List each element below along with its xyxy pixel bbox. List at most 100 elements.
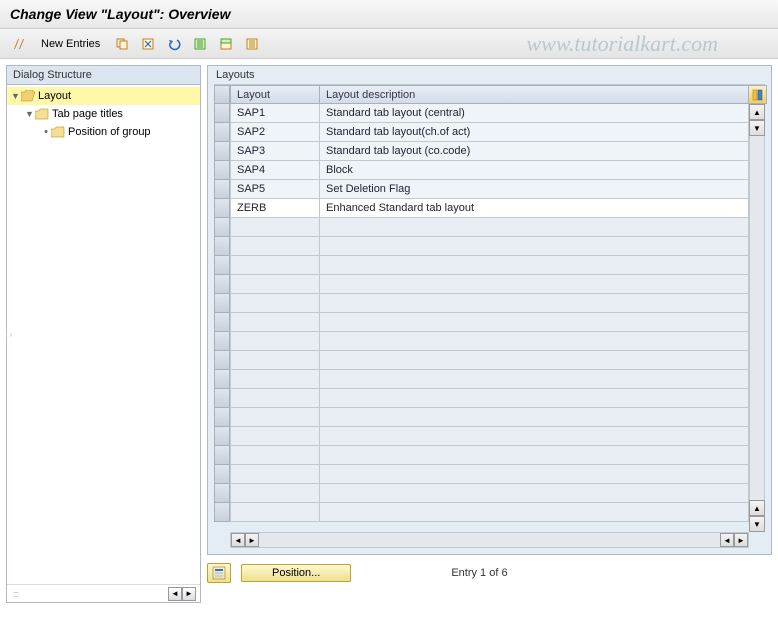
table-row[interactable]: SAP4Block	[230, 161, 749, 180]
table-row[interactable]: SAP1Standard tab layout (central)	[230, 104, 749, 123]
delete-icon[interactable]	[137, 33, 159, 55]
row-selector[interactable]	[214, 446, 230, 465]
copy-as-icon[interactable]	[111, 33, 133, 55]
scroll-up-icon[interactable]: ▲	[749, 104, 765, 120]
cell-layout[interactable]: SAP2	[230, 123, 320, 142]
cell-description[interactable]: Enhanced Standard tab layout	[320, 199, 749, 218]
bullet-icon: •	[41, 126, 51, 138]
resizer-grip[interactable]: ::::::::	[7, 589, 168, 599]
cell-description[interactable]: Set Deletion Flag	[320, 180, 749, 199]
row-selector[interactable]	[214, 218, 230, 237]
row-selector[interactable]	[214, 161, 230, 180]
select-block-icon[interactable]	[215, 33, 237, 55]
row-selector[interactable]	[214, 408, 230, 427]
scroll-right-icon[interactable]: ►	[182, 587, 196, 601]
scroll-down-icon[interactable]: ▼	[749, 516, 765, 532]
table-row	[230, 256, 749, 275]
row-selector[interactable]	[214, 256, 230, 275]
cell-layout[interactable]: ZERB	[230, 199, 320, 218]
table-row	[230, 446, 749, 465]
cell-description[interactable]: Block	[320, 161, 749, 180]
cell-layout[interactable]: SAP4	[230, 161, 320, 180]
row-selector[interactable]	[214, 313, 230, 332]
scroll-left-icon[interactable]: ◄	[231, 533, 245, 547]
cell-layout	[230, 484, 320, 503]
row-selector[interactable]	[214, 294, 230, 313]
tree-label: Layout	[38, 90, 71, 102]
row-selector[interactable]	[214, 484, 230, 503]
scroll-left-icon[interactable]: ◄	[720, 533, 734, 547]
position-button[interactable]: Position...	[241, 564, 351, 582]
row-selector[interactable]	[214, 465, 230, 484]
table-row	[230, 275, 749, 294]
cell-description[interactable]: Standard tab layout (central)	[320, 104, 749, 123]
cell-description	[320, 351, 749, 370]
deselect-all-icon[interactable]	[241, 33, 263, 55]
cell-description	[320, 465, 749, 484]
expand-toggle[interactable]: ▼	[25, 109, 35, 119]
table-row	[230, 465, 749, 484]
row-selector[interactable]	[214, 180, 230, 199]
cell-description	[320, 503, 749, 522]
row-selector[interactable]	[214, 104, 230, 123]
cell-layout	[230, 503, 320, 522]
table-row[interactable]: SAP5Set Deletion Flag	[230, 180, 749, 199]
vscroll-track[interactable]	[749, 136, 765, 500]
new-entries-button[interactable]: New Entries	[34, 33, 107, 55]
row-selector[interactable]	[214, 142, 230, 161]
splitter-handle[interactable]: ::::	[3, 332, 14, 335]
hscroll-track[interactable]: ◄ ► ◄ ►	[230, 532, 749, 548]
row-selector[interactable]	[214, 199, 230, 218]
scroll-right-icon[interactable]: ►	[245, 533, 259, 547]
undo-icon[interactable]	[163, 33, 185, 55]
cell-description	[320, 294, 749, 313]
cell-layout	[230, 446, 320, 465]
folder-open-icon	[21, 90, 35, 102]
dialog-structure-sidebar: :::: Dialog Structure ▼ Layout ▼ Tab pag…	[6, 65, 201, 603]
cell-description[interactable]: Standard tab layout(ch.of act)	[320, 123, 749, 142]
scroll-down-icon[interactable]: ▼	[749, 120, 765, 136]
page-title: Change View "Layout": Overview	[0, 0, 778, 29]
col-header-description[interactable]: Layout description	[320, 85, 749, 104]
table-row	[230, 389, 749, 408]
col-header-layout[interactable]: Layout	[230, 85, 320, 104]
row-selector[interactable]	[214, 351, 230, 370]
row-selector[interactable]	[214, 389, 230, 408]
table-row[interactable]: SAP3Standard tab layout (co.code)	[230, 142, 749, 161]
select-all-icon[interactable]	[189, 33, 211, 55]
scroll-left-icon[interactable]: ◄	[168, 587, 182, 601]
row-selector[interactable]	[214, 332, 230, 351]
row-selector[interactable]	[214, 503, 230, 522]
layouts-group: Layouts Layout Layout description SAP1St…	[207, 65, 772, 555]
scroll-up-icon[interactable]: ▲	[749, 500, 765, 516]
cell-description	[320, 313, 749, 332]
tree-item-layout[interactable]: ▼ Layout	[7, 87, 200, 105]
cell-description	[320, 446, 749, 465]
scroll-right-icon[interactable]: ►	[734, 533, 748, 547]
cell-layout	[230, 256, 320, 275]
row-selector[interactable]	[214, 370, 230, 389]
tree-item-position-of-group[interactable]: • Position of group	[7, 123, 200, 141]
position-icon-button[interactable]	[207, 563, 231, 583]
cell-layout	[230, 218, 320, 237]
table-row[interactable]: ZERBEnhanced Standard tab layout	[230, 199, 749, 218]
row-selector[interactable]	[214, 427, 230, 446]
table-row[interactable]: SAP2Standard tab layout(ch.of act)	[230, 123, 749, 142]
cell-layout	[230, 294, 320, 313]
expand-toggle[interactable]: ▼	[11, 91, 21, 101]
row-selector[interactable]	[214, 237, 230, 256]
cell-layout[interactable]: SAP1	[230, 104, 320, 123]
cell-description	[320, 370, 749, 389]
cell-description[interactable]: Standard tab layout (co.code)	[320, 142, 749, 161]
cell-layout[interactable]: SAP5	[230, 180, 320, 199]
table-row	[230, 427, 749, 446]
table-row	[230, 503, 749, 522]
table-row	[230, 370, 749, 389]
row-selector[interactable]	[214, 275, 230, 294]
group-label: Layouts	[208, 66, 771, 84]
cell-layout[interactable]: SAP3	[230, 142, 320, 161]
toggle-icon[interactable]	[8, 33, 30, 55]
tree-item-tab-page-titles[interactable]: ▼ Tab page titles	[7, 105, 200, 123]
configure-columns-icon[interactable]	[749, 85, 767, 104]
row-selector[interactable]	[214, 123, 230, 142]
